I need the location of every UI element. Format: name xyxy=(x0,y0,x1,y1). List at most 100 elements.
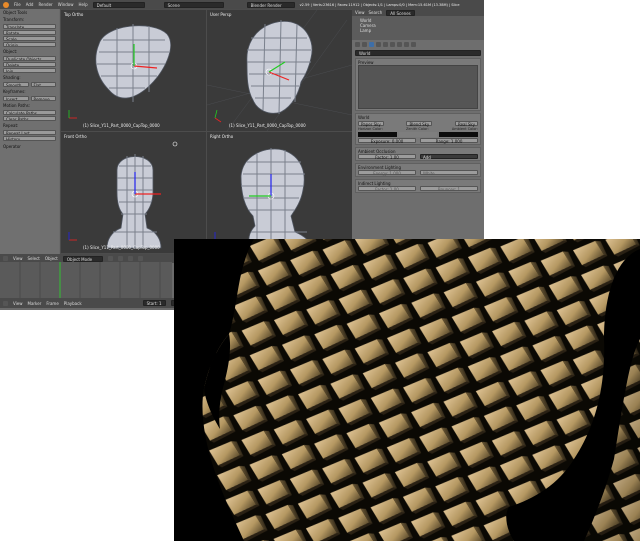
scene-selector[interactable]: Scene xyxy=(163,1,224,8)
tool-shelf-header: Object Tools xyxy=(3,10,28,15)
smooth-button[interactable]: Smooth xyxy=(3,82,29,87)
data-tab-icon[interactable] xyxy=(397,42,402,47)
menu-help[interactable]: Help xyxy=(78,2,87,7)
timeline[interactable] xyxy=(0,262,172,298)
object-tab-icon[interactable] xyxy=(376,42,381,47)
delete-button[interactable]: Delete xyxy=(3,62,56,67)
select-menu[interactable]: Select xyxy=(28,256,40,261)
preview-panel: Preview xyxy=(355,58,481,111)
mode-selector[interactable]: Object Mode xyxy=(62,255,103,262)
clear-paths-button[interactable]: Clear Paths xyxy=(3,116,56,121)
range-field[interactable]: Range: 1.000 xyxy=(420,138,478,144)
shading-icon[interactable] xyxy=(107,256,113,261)
viewport-user-persp[interactable]: User Persp (1) Slice_Y11_Part_0000_CapTo… xyxy=(207,10,352,131)
ambient-color-swatch[interactable] xyxy=(439,132,479,137)
view-menu[interactable]: View xyxy=(13,256,23,261)
outliner: World Camera Lamp xyxy=(352,16,484,40)
properties-context-tabs xyxy=(352,40,484,49)
env-color-select[interactable]: White xyxy=(420,170,478,176)
remove-keyframe-button[interactable]: Remove xyxy=(30,96,56,101)
real-sky-checkbox[interactable]: Real Sky xyxy=(455,121,478,127)
timeline-view-menu[interactable]: View xyxy=(13,301,23,306)
menu-render[interactable]: Render xyxy=(38,2,52,7)
outliner-item-lamp[interactable]: Lamp xyxy=(352,28,484,33)
layout-selector[interactable]: Default xyxy=(92,1,145,8)
timeline-editor-icon[interactable] xyxy=(3,300,8,306)
outliner-view-menu[interactable]: View xyxy=(355,10,365,15)
viewport-front-ortho[interactable]: Front Ortho (1) Slice_Y11_Part_0000_CapT… xyxy=(61,132,206,253)
world-tab-icon[interactable] xyxy=(369,42,374,47)
timeline-frame-menu[interactable]: Frame xyxy=(46,301,58,306)
shading-title: Shading: xyxy=(3,75,21,80)
tool-shelf: Object Tools Transform: Translate Rotate… xyxy=(0,9,59,254)
indirect-factor-field[interactable]: Factor: 1.00 xyxy=(358,186,416,192)
render-engine-selector[interactable]: Blender Render xyxy=(246,1,295,8)
scale-button[interactable]: Scale xyxy=(3,36,56,41)
render-tab-icon[interactable] xyxy=(355,42,360,47)
world-panel-header[interactable]: World xyxy=(358,115,478,120)
editor-type-icon[interactable] xyxy=(3,256,8,261)
env-energy-field[interactable]: Energy: 1.000 xyxy=(358,170,416,176)
viewport-right-ortho[interactable]: Right Ortho (1) Slice_Y11_Part_0000_CapT… xyxy=(207,132,352,253)
viewport-right-label: Right Ortho xyxy=(210,134,234,139)
calculate-paths-button[interactable]: Calculate Paths xyxy=(3,110,56,115)
properties-editor: View Search All Scenes World Camera Lamp… xyxy=(352,9,484,254)
rotate-button[interactable]: Rotate xyxy=(3,30,56,35)
outliner-header: View Search All Scenes xyxy=(352,9,484,16)
environment-lighting-panel: Environment Lighting Energy: 1.000 White xyxy=(355,163,481,177)
manipulator-icon[interactable] xyxy=(127,256,133,261)
zenith-color-swatch[interactable] xyxy=(398,132,438,137)
viewport-top-ortho[interactable]: Top Ortho (1) Slice_Y11_Part_0000_CapTop… xyxy=(61,10,206,131)
operator-panel-header[interactable]: Operator xyxy=(0,143,59,150)
keyframes-title: Keyframes: xyxy=(3,89,26,94)
outliner-display-mode[interactable]: All Scenes xyxy=(386,9,415,16)
start-frame-field[interactable]: Start: 1 xyxy=(142,300,166,306)
render-result xyxy=(174,239,640,541)
ambient-color-label: Ambient Color: xyxy=(451,127,478,131)
flat-button[interactable]: Flat xyxy=(30,82,56,87)
paper-sky-checkbox[interactable]: Paper Sky xyxy=(358,121,384,127)
ao-factor-field[interactable]: Factor: 1.00 xyxy=(358,154,416,160)
bounces-field[interactable]: Bounces: 1 xyxy=(420,186,478,192)
mesh-persp-view xyxy=(207,10,352,131)
repeat-last-button[interactable]: Repeat Last xyxy=(3,130,56,135)
pivot-icon[interactable] xyxy=(117,256,123,261)
layers-icon[interactable] xyxy=(137,256,143,261)
timeline-playback-menu[interactable]: Playback xyxy=(64,301,82,306)
menu-window[interactable]: Window xyxy=(58,2,74,7)
blend-sky-checkbox[interactable]: Blend Sky xyxy=(406,121,433,127)
timeline-grid xyxy=(19,262,161,298)
zenith-color-label: Zenith Color: xyxy=(405,127,429,131)
outliner-search-menu[interactable]: Search xyxy=(369,10,383,15)
indirect-lighting-panel: Indirect Lighting Factor: 1.00 Bounces: … xyxy=(355,179,481,193)
material-tab-icon[interactable] xyxy=(404,42,409,47)
repeat-title: Repeat: xyxy=(3,123,19,128)
join-button[interactable]: Join xyxy=(3,68,56,73)
modifiers-tab-icon[interactable] xyxy=(390,42,395,47)
exposure-field[interactable]: Exposure: 0.000 xyxy=(358,138,416,144)
timeline-marker-menu[interactable]: Marker xyxy=(28,301,42,306)
menu-add[interactable]: Add xyxy=(26,2,34,7)
ao-blend-mode-select[interactable]: Add xyxy=(420,154,478,160)
ambient-occlusion-panel: Ambient Occlusion Factor: 1.00 Add xyxy=(355,147,481,161)
blender-logo-icon[interactable] xyxy=(3,1,9,8)
menu-file[interactable]: File xyxy=(14,2,21,7)
object-menu[interactable]: Object xyxy=(45,256,58,261)
origin-button[interactable]: Origin xyxy=(3,42,56,47)
mesh-front-view xyxy=(68,141,178,249)
constraints-tab-icon[interactable] xyxy=(383,42,388,47)
horizon-color-label: Horizon Color: xyxy=(358,127,383,131)
duplicate-objects-button[interactable]: Duplicate Objects xyxy=(3,56,56,61)
horizon-color-swatch[interactable] xyxy=(358,132,397,137)
scene-tab-icon[interactable] xyxy=(362,42,367,47)
world-datablock-field[interactable]: World xyxy=(355,50,481,56)
insert-keyframe-button[interactable]: Insert xyxy=(3,96,29,101)
texture-tab-icon[interactable] xyxy=(411,42,416,47)
render-image xyxy=(174,239,640,541)
history-button[interactable]: History... xyxy=(3,136,56,141)
world-panel: World Paper Sky Blend Sky Real Sky Horiz… xyxy=(355,113,481,145)
viewport-quad: Top Ortho (1) Slice_Y11_Part_0000_CapTop… xyxy=(60,9,352,254)
composite-screenshot: { "top_bar": { "menus": ["File", "Add", … xyxy=(0,0,640,541)
translate-button[interactable]: Translate xyxy=(3,24,56,29)
mesh-top-view xyxy=(68,24,171,119)
